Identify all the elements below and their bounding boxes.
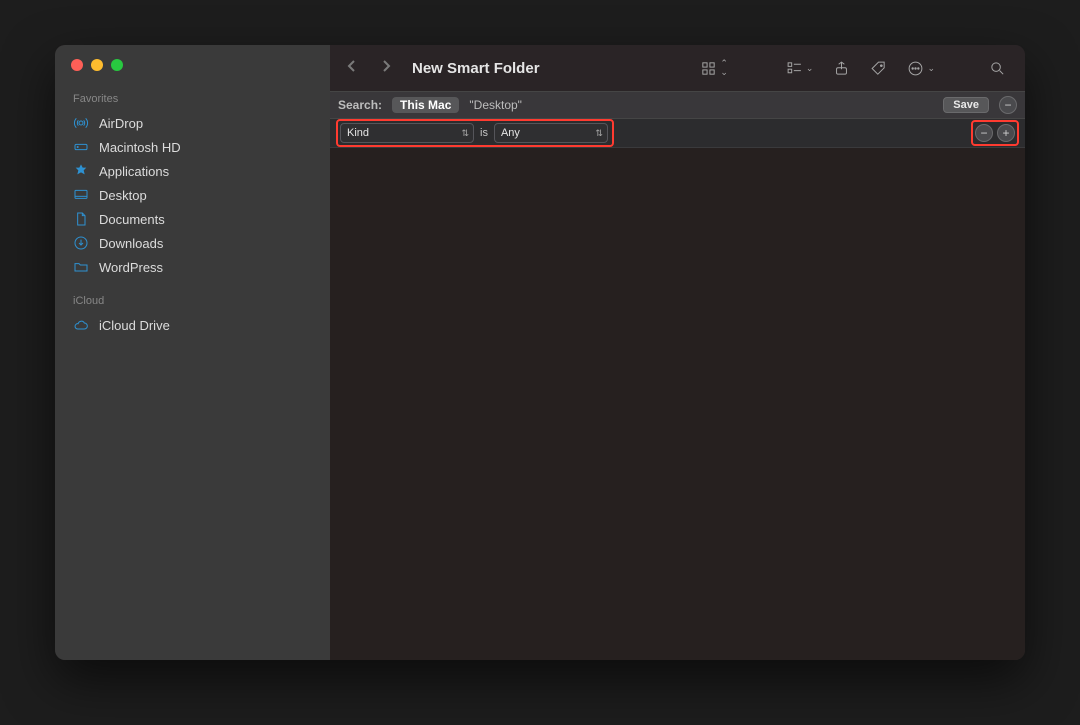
share-button[interactable]	[828, 57, 855, 80]
sidebar-item-downloads[interactable]: Downloads	[55, 231, 330, 255]
scope-this-mac[interactable]: This Mac	[392, 97, 459, 113]
criteria-value: Any	[501, 127, 520, 139]
window-title: New Smart Folder	[412, 60, 540, 77]
sidebar-item-label: WordPress	[99, 260, 163, 275]
criteria-attribute-popup[interactable]: Kind ⇅	[340, 123, 474, 143]
main-pane: New Smart Folder ⌃⌄ ⌄ ⌄	[330, 45, 1025, 660]
sidebar-item-desktop[interactable]: Desktop	[55, 183, 330, 207]
finder-window: Favorites AirDrop Macintosh HD Applicati…	[55, 45, 1025, 660]
criteria-attribute-value: Kind	[347, 127, 369, 139]
sidebar-item-label: Desktop	[99, 188, 147, 203]
group-button[interactable]: ⌄	[781, 57, 819, 80]
sidebar-item-label: Downloads	[99, 236, 163, 251]
sidebar-item-label: iCloud Drive	[99, 318, 170, 333]
chevron-down-icon: ⌄	[806, 63, 814, 74]
search-criteria-row: Kind ⇅ is Any ⇅ − +	[330, 119, 1025, 148]
cloud-icon	[73, 317, 89, 333]
scope-desktop[interactable]: "Desktop"	[469, 98, 522, 112]
sidebar-item-applications[interactable]: Applications	[55, 159, 330, 183]
sidebar-item-label: Applications	[99, 164, 169, 179]
sidebar-item-label: AirDrop	[99, 116, 143, 131]
back-button[interactable]	[340, 58, 364, 79]
sidebar-item-wordpress[interactable]: WordPress	[55, 255, 330, 279]
search-label: Search:	[338, 98, 382, 112]
sidebar-item-label: Documents	[99, 212, 165, 227]
minimize-window-button[interactable]	[91, 59, 103, 71]
results-area	[330, 148, 1025, 660]
disk-icon	[73, 139, 89, 155]
criteria-value-popup[interactable]: Any ⇅	[494, 123, 608, 143]
sidebar-item-macintosh-hd[interactable]: Macintosh HD	[55, 135, 330, 159]
remove-criteria-button[interactable]: −	[999, 96, 1017, 114]
zoom-window-button[interactable]	[111, 59, 123, 71]
updown-icon: ⌃⌄	[720, 59, 728, 77]
save-search-button[interactable]: Save	[943, 97, 989, 113]
sidebar-item-documents[interactable]: Documents	[55, 207, 330, 231]
document-icon	[73, 211, 89, 227]
view-mode-button[interactable]: ⌃⌄	[695, 56, 733, 80]
download-icon	[73, 235, 89, 251]
criteria-remove-button[interactable]: −	[975, 124, 993, 142]
window-controls	[55, 59, 330, 71]
folder-icon	[73, 259, 89, 275]
sidebar-item-label: Macintosh HD	[99, 140, 181, 155]
desktop-icon	[73, 187, 89, 203]
sidebar: Favorites AirDrop Macintosh HD Applicati…	[55, 45, 330, 660]
close-window-button[interactable]	[71, 59, 83, 71]
criteria-operator: is	[480, 127, 488, 139]
updown-icon: ⇅	[461, 129, 469, 138]
sidebar-section-favorites: Favorites	[55, 89, 330, 111]
applications-icon	[73, 163, 89, 179]
tags-button[interactable]	[865, 57, 892, 80]
sidebar-section-icloud: iCloud	[55, 291, 330, 313]
sidebar-item-icloud-drive[interactable]: iCloud Drive	[55, 313, 330, 337]
search-button[interactable]	[984, 57, 1011, 80]
updown-icon: ⇅	[595, 129, 603, 138]
search-scope-bar: Search: This Mac "Desktop" Save −	[330, 91, 1025, 119]
chevron-down-icon: ⌄	[927, 63, 935, 74]
criteria-highlight-right: − +	[971, 120, 1019, 146]
airdrop-icon	[73, 115, 89, 131]
criteria-highlight-left: Kind ⇅ is Any ⇅	[336, 119, 614, 147]
toolbar: New Smart Folder ⌃⌄ ⌄ ⌄	[330, 45, 1025, 91]
sidebar-item-airdrop[interactable]: AirDrop	[55, 111, 330, 135]
criteria-add-button[interactable]: +	[997, 124, 1015, 142]
forward-button[interactable]	[374, 58, 398, 79]
action-menu-button[interactable]: ⌄	[902, 57, 940, 80]
